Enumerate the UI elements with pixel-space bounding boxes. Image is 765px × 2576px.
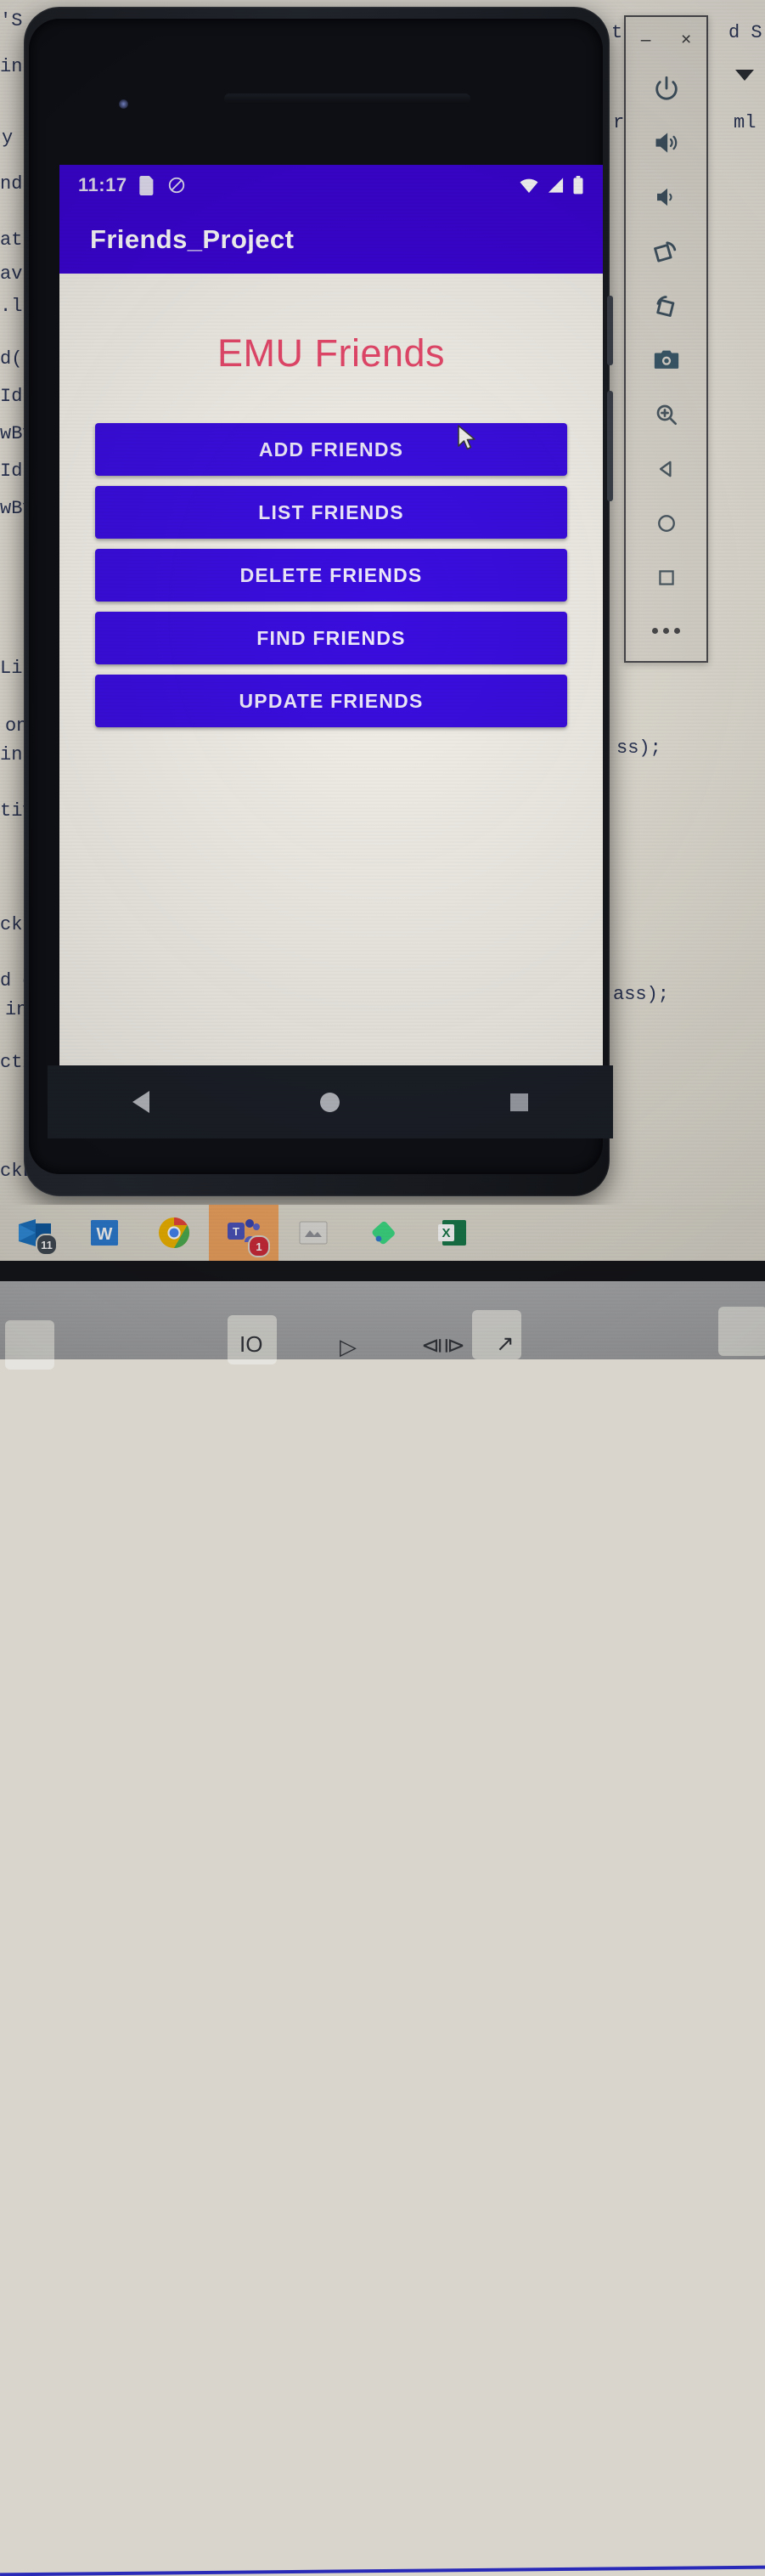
nav-home-icon[interactable] (319, 1092, 340, 1112)
svg-text:T: T (233, 1225, 239, 1238)
friends-action-button-stack: ADD FRIENDS LIST FRIENDS DELETE FRIENDS … (59, 423, 603, 727)
home-icon[interactable] (626, 496, 706, 551)
taskbar-item-android-studio[interactable] (348, 1205, 418, 1261)
status-bar-clock: 11:17 (78, 174, 127, 195)
app-action-bar: Friends_Project (59, 206, 603, 274)
overview-icon[interactable] (626, 551, 706, 605)
notification-badge: 1 (248, 1235, 270, 1257)
taskbar-item-chrome[interactable] (139, 1205, 209, 1261)
windows-taskbar: 11 W T 1 X (0, 1205, 765, 1261)
code-fragment: Id (0, 460, 23, 482)
nav-back-icon[interactable] (132, 1091, 150, 1113)
earpiece-speaker (224, 93, 470, 104)
volume-up-icon[interactable] (626, 116, 706, 170)
code-fragment: av (0, 263, 23, 285)
svg-text:X: X (442, 1226, 450, 1240)
laptop-screen-bezel (0, 1261, 765, 1281)
excel-icon: X (438, 1220, 466, 1246)
wifi-icon (520, 178, 538, 193)
chrome-icon (159, 1217, 190, 1248)
volume-side-button[interactable] (607, 391, 613, 501)
minimize-icon[interactable]: – (641, 31, 651, 48)
battery-icon (573, 176, 583, 195)
power-icon[interactable] (626, 61, 706, 116)
dropdown-chevron-icon (735, 70, 754, 81)
emulator-screen: 11:17 Friends_Project EMU Friends ADD FR… (59, 165, 603, 1065)
emulator-extended-controls-toolbar[interactable]: – × (624, 15, 708, 663)
page-title: EMU Friends (217, 331, 446, 375)
android-status-bar: 11:17 (59, 165, 603, 206)
code-fragment: ass); (613, 984, 670, 1005)
close-icon[interactable]: × (681, 31, 691, 48)
taskbar-item-outlook[interactable]: 11 (0, 1205, 70, 1261)
code-fragment: Id (0, 386, 23, 407)
list-friends-button[interactable]: LIST FRIENDS (95, 486, 567, 539)
find-friends-button[interactable]: FIND FRIENDS (95, 612, 567, 664)
code-fragment: at (0, 229, 23, 251)
update-friends-button[interactable]: UPDATE FRIENDS (95, 675, 567, 727)
taskbar-item-notepad[interactable] (278, 1205, 348, 1261)
back-icon[interactable] (626, 442, 706, 496)
cellular-signal-icon (548, 178, 564, 193)
android-emulator-device: 11:17 Friends_Project EMU Friends ADD FR… (24, 7, 613, 1196)
code-fragment: y (2, 127, 14, 149)
rotate-left-icon[interactable] (626, 224, 706, 279)
screenshot-icon[interactable] (626, 333, 706, 387)
app-content-area: EMU Friends ADD FRIENDS LIST FRIENDS DEL… (59, 274, 603, 1065)
notepad-icon (299, 1221, 328, 1245)
taskbar-item-teams[interactable]: T 1 (209, 1205, 278, 1261)
play-key-icon[interactable]: ▷ (340, 1334, 357, 1360)
android-studio-icon (372, 1221, 395, 1245)
bezel-accent-line (0, 2565, 765, 2576)
code-fragment: .l (0, 296, 23, 317)
power-side-button[interactable] (607, 296, 613, 365)
status-bar-right (519, 176, 584, 195)
rotate-right-icon[interactable] (626, 279, 706, 333)
key-label-oi: OI (239, 1331, 263, 1357)
volume-down-icon[interactable] (626, 170, 706, 224)
front-camera-icon (119, 99, 128, 109)
android-navigation-bar[interactable] (48, 1065, 613, 1138)
emulator-window-buttons: – × (626, 17, 706, 61)
code-fragment: in (0, 56, 23, 77)
code-fragment: nd (0, 173, 23, 195)
key-cap[interactable] (5, 1320, 54, 1370)
svg-text:W: W (97, 1225, 113, 1244)
delete-friends-button[interactable]: DELETE FRIENDS (95, 549, 567, 602)
zoom-icon[interactable] (626, 387, 706, 442)
word-icon: W (91, 1220, 118, 1246)
sim-card-icon (138, 175, 153, 195)
taskbar-item-word[interactable]: W (70, 1205, 139, 1261)
code-fragment: ml (734, 112, 757, 133)
code-fragment: d( (0, 348, 23, 370)
status-bar-left: 11:17 (78, 174, 186, 196)
more-icon[interactable] (626, 605, 706, 656)
code-fragment: ss); (616, 737, 661, 759)
add-friends-button[interactable]: ADD FRIENDS (95, 423, 567, 476)
laptop-screen-photo: 'S W in y nd at av .l d( Id wBy Id wBy L… (0, 0, 765, 2576)
code-fragment: d S (728, 22, 762, 43)
laptop-keyboard-deck: OI ▷ ⧏⧐ ↗ (0, 1281, 765, 2576)
key-cap[interactable] (718, 1307, 765, 1356)
app-title: Friends_Project (90, 224, 295, 254)
nav-recents-icon[interactable] (509, 1093, 528, 1111)
do-not-disturb-icon (168, 177, 184, 194)
volume-key-icon[interactable]: ⧏⧐ (421, 1332, 465, 1359)
notification-badge: 11 (36, 1234, 58, 1256)
taskbar-item-excel[interactable]: X (418, 1205, 487, 1261)
expand-key-icon[interactable]: ↗ (496, 1330, 515, 1357)
